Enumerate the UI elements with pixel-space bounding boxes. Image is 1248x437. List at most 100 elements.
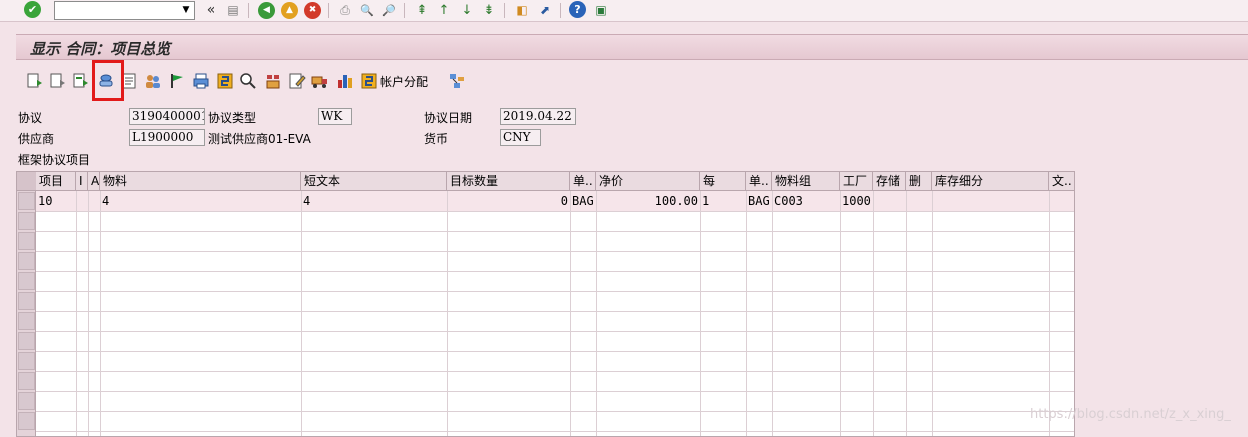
search-icon[interactable] [239, 72, 257, 90]
row-selector[interactable] [18, 252, 35, 270]
print-preview-icon[interactable] [192, 72, 210, 90]
toolbar-separator [248, 3, 249, 18]
next-page-icon[interactable]: ↓ [458, 1, 476, 19]
command-field[interactable]: ▼ [54, 1, 195, 20]
row-selector[interactable] [18, 232, 35, 250]
command-input[interactable] [57, 3, 177, 18]
column-header[interactable]: 目标数量 [447, 172, 570, 191]
agreement-type-field[interactable]: WK [318, 108, 352, 125]
cell-storage[interactable] [873, 191, 906, 211]
column-header[interactable]: 文.. [1049, 172, 1074, 191]
agreement-date-field[interactable]: 2019.04.22 [500, 108, 576, 125]
cell-short-text[interactable]: 4 [301, 191, 447, 211]
display-change-icon[interactable] [26, 72, 44, 90]
shortcut-icon[interactable]: ⬈ [536, 1, 554, 19]
customize-layout-icon[interactable]: ▣ [592, 1, 610, 19]
create-document-icon[interactable] [72, 72, 90, 90]
edit-text-icon[interactable] [288, 72, 306, 90]
grid-line [36, 251, 1074, 252]
chevron-down-icon[interactable]: ▼ [179, 3, 193, 18]
watermark: https://blog.csdn.net/z_x_xing_ [1030, 407, 1231, 422]
column-header[interactable]: 每 [700, 172, 746, 191]
cell-item[interactable]: 10 [36, 191, 76, 211]
cancel-icon[interactable]: ✖ [304, 2, 321, 19]
agreement-label: 协议 [18, 111, 43, 125]
row-selector[interactable] [18, 372, 35, 390]
row-selector[interactable] [18, 392, 35, 410]
column-header[interactable]: 项目 [36, 172, 76, 191]
cell-i[interactable] [76, 191, 88, 211]
page-title: 显示 合同：项目总览 [30, 40, 171, 58]
find-next-icon[interactable]: 🔎 [380, 1, 398, 19]
column-header[interactable]: 物料 [100, 172, 301, 191]
column-header[interactable]: 物料组 [772, 172, 840, 191]
column-header[interactable]: 净价 [596, 172, 700, 191]
collapse-arrows-icon[interactable]: « [202, 1, 220, 19]
column-header[interactable]: 存储 [873, 172, 906, 191]
column-header[interactable]: A [88, 172, 100, 191]
cell-unit[interactable]: BAG [570, 191, 596, 211]
cell-delete[interactable] [906, 191, 932, 211]
grid-line [36, 411, 1074, 412]
agreement-field[interactable]: 3190400001 [129, 108, 205, 125]
row-selector[interactable] [18, 192, 35, 210]
structure-icon[interactable] [448, 72, 466, 90]
status-flag-icon[interactable] [168, 72, 186, 90]
previous-page-icon[interactable]: ↑ [435, 1, 453, 19]
row-selector[interactable] [18, 292, 35, 310]
cell-a[interactable] [88, 191, 100, 211]
grid-line [596, 191, 597, 436]
vendor-field[interactable]: L1900000 [129, 129, 205, 146]
row-selector[interactable] [18, 212, 35, 230]
cell-order-unit[interactable]: BAG [746, 191, 772, 211]
quantity-icon[interactable] [264, 72, 282, 90]
save-icon[interactable]: ▤ [224, 1, 242, 19]
enter-icon[interactable]: ✔ [24, 1, 41, 18]
row-selector-column [17, 172, 36, 436]
grid-line [36, 391, 1074, 392]
row-selector[interactable] [18, 272, 35, 290]
delivery-icon[interactable] [311, 72, 329, 90]
account-assignment-icon[interactable] [360, 72, 378, 90]
partners-icon[interactable] [144, 72, 162, 90]
cell-target-quantity[interactable]: 0 [447, 191, 570, 211]
account-assignment-button[interactable]: 帐户分配 [380, 73, 428, 90]
select-all-button[interactable] [17, 172, 36, 191]
print-icon[interactable]: ⎙ [336, 1, 354, 19]
grid-line [772, 191, 773, 436]
last-page-icon[interactable]: ⇟ [480, 1, 498, 19]
row-selector[interactable] [18, 412, 35, 430]
cell-per[interactable]: 1 [700, 191, 746, 211]
first-page-icon[interactable]: ⇞ [413, 1, 431, 19]
statistics-icon[interactable] [336, 72, 354, 90]
cell-text[interactable] [1049, 191, 1074, 211]
cell-stock-segment[interactable] [932, 191, 1049, 211]
cell-plant[interactable]: 1000 [840, 191, 873, 211]
help-icon[interactable]: ? [569, 1, 586, 18]
find-icon[interactable]: 🔍 [358, 1, 376, 19]
grid-line [932, 191, 933, 436]
column-header[interactable]: 库存细分 [932, 172, 1049, 191]
row-selector[interactable] [18, 312, 35, 330]
column-header[interactable]: 工厂 [840, 172, 873, 191]
conditions-icon[interactable] [216, 72, 234, 90]
exit-icon[interactable]: ▲ [281, 2, 298, 19]
grid-line [36, 431, 1074, 432]
column-header[interactable]: 删 [906, 172, 932, 191]
column-header[interactable]: 短文本 [301, 172, 447, 191]
cell-material-group[interactable]: C003 [772, 191, 840, 211]
column-header[interactable]: I [76, 172, 88, 191]
title-bar: 显示 合同：项目总览 [16, 34, 1248, 60]
system-toolbar: ✔ ▼ « ▤ ◀ ▲ ✖ ⎙ 🔍 🔎 ⇞ ↑ ↓ ⇟ ◧ ⬈ ? ▣ [0, 0, 1248, 22]
other-document-icon[interactable] [49, 72, 67, 90]
row-selector[interactable] [18, 352, 35, 370]
cell-net-price[interactable]: 100.00 [596, 191, 700, 211]
cell-material[interactable]: 4 [100, 191, 301, 211]
new-session-icon[interactable]: ◧ [513, 1, 531, 19]
back-icon[interactable]: ◀ [258, 2, 275, 19]
items-table: 项目 I A 物料 短文本 目标数量 单.. 净价 每 单.. 物料组 工厂 存… [16, 171, 1075, 437]
column-header[interactable]: 单.. [570, 172, 596, 191]
row-selector[interactable] [18, 332, 35, 350]
column-header[interactable]: 单.. [746, 172, 772, 191]
currency-field[interactable]: CNY [500, 129, 541, 146]
